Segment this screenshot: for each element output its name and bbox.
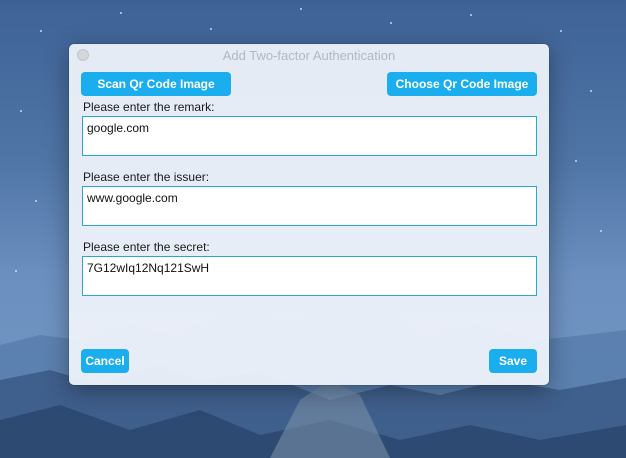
issuer-field[interactable]: www.google.com [82, 186, 537, 226]
choose-qr-code-button[interactable]: Choose Qr Code Image [387, 72, 537, 96]
cancel-button[interactable]: Cancel [81, 349, 129, 373]
window-titlebar: Add Two-factor Authentication [69, 44, 549, 66]
remark-field[interactable]: google.com [82, 116, 537, 156]
secret-field[interactable]: 7G12wIq12Nq121SwH [82, 256, 537, 296]
secret-label: Please enter the secret: [83, 240, 210, 254]
window-title: Add Two-factor Authentication [222, 48, 396, 63]
add-2fa-dialog: Add Two-factor Authentication Scan Qr Co… [69, 44, 549, 385]
issuer-label: Please enter the issuer: [83, 170, 210, 184]
scan-qr-code-button[interactable]: Scan Qr Code Image [81, 72, 231, 96]
save-button[interactable]: Save [489, 349, 537, 373]
remark-label: Please enter the remark: [83, 100, 215, 114]
